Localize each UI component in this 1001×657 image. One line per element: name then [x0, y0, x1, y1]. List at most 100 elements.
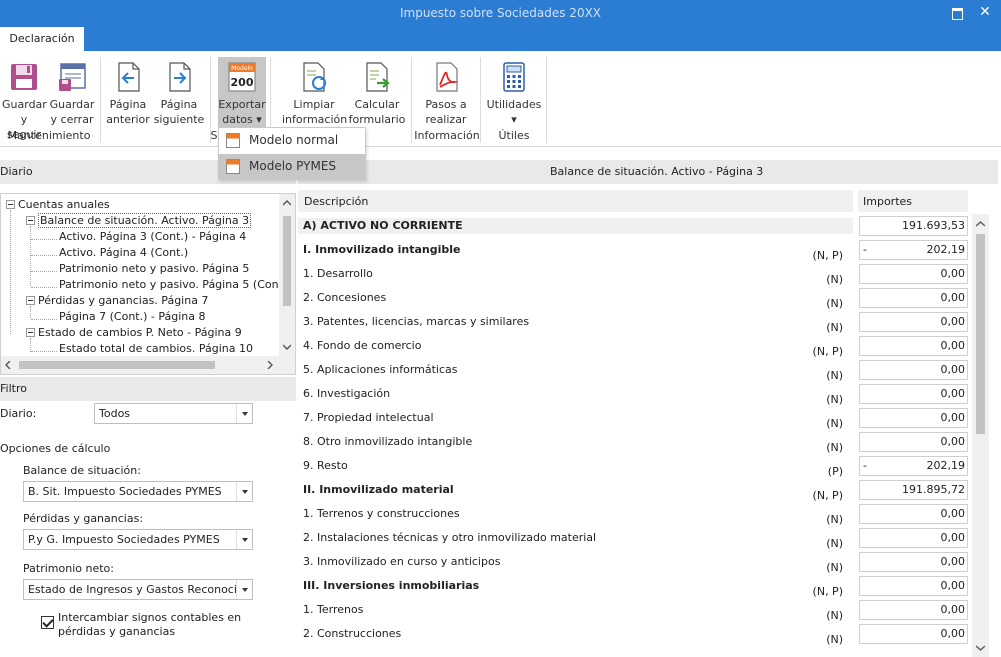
amount-field[interactable]: 0,00	[859, 336, 968, 356]
tree-item-activo-p3[interactable]: Activo. Página 3 (Cont.) - Página 4	[59, 229, 246, 245]
tree-item-estado-total[interactable]: Estado total de cambios. Página 10	[59, 341, 253, 357]
clear-info-button[interactable]: Limpiar información	[282, 57, 347, 129]
row-np-flag: (N, P)	[812, 345, 843, 358]
patrimonio-label: Patrimonio neto:	[23, 562, 114, 575]
amount-field[interactable]: 0,00	[859, 264, 968, 284]
scroll-thumb[interactable]	[976, 234, 985, 434]
save-close-icon	[59, 63, 86, 91]
tree-item-balance-activo[interactable]: Balance de situación. Activo. Página 3	[26, 213, 252, 229]
amount-value: 0,00	[940, 627, 966, 640]
row-description: I. Inmovilizado intangible	[303, 243, 461, 256]
export-dropdown-menu: Modelo normal Modelo PYMES	[218, 127, 366, 180]
row-description: 2. Concesiones	[303, 291, 387, 304]
row-description: 3. Inmovilizado en curso y anticipos	[303, 555, 501, 568]
menu-item-modelo-normal[interactable]: Modelo normal	[219, 128, 365, 153]
row-np-flag: (N)	[826, 513, 843, 526]
ribbon-separator	[480, 57, 481, 143]
amount-value: 191.693,53	[902, 219, 965, 232]
amount-value: 0,00	[940, 387, 966, 400]
scroll-up-icon[interactable]	[283, 200, 291, 206]
amount-field[interactable]: 191.895,72	[859, 480, 968, 500]
tree-item-cambios-pn[interactable]: Estado de cambios P. Neto - Página 9	[26, 325, 242, 341]
amount-value: 0,00	[940, 507, 966, 520]
row-np-flag: (N, P)	[812, 489, 843, 502]
save-icon	[11, 64, 37, 90]
amount-field[interactable]: 191.693,53	[859, 216, 968, 236]
tree-vertical-scrollbar[interactable]	[279, 194, 295, 356]
row-np-flag: (N)	[826, 273, 843, 286]
tree-item-pyg[interactable]: Pérdidas y ganancias. Página 7	[26, 293, 208, 309]
row-np-flag: (N)	[826, 609, 843, 622]
swap-signs-checkbox[interactable]	[41, 616, 54, 629]
patrimonio-select[interactable]: Estado de Ingresos y Gastos Reconocidos	[23, 579, 253, 600]
collapse-icon[interactable]	[6, 200, 15, 209]
tree-item-pn-pasivo-cont[interactable]: Patrimonio neto y pasivo. Página 5 (Cont…	[59, 277, 291, 293]
scroll-down-icon[interactable]	[283, 344, 291, 350]
amount-field[interactable]: - 202,19	[859, 240, 968, 260]
balance-select[interactable]: B. Sit. Impuesto Sociedades PYMES	[23, 481, 253, 502]
scroll-down-icon[interactable]	[976, 645, 985, 651]
scroll-left-icon[interactable]	[5, 361, 11, 369]
row-np-flag: (N)	[826, 633, 843, 646]
chevron-down-icon[interactable]	[236, 580, 252, 599]
group-utiles: Útiles	[498, 129, 530, 142]
collapse-icon[interactable]	[26, 296, 35, 305]
chevron-down-icon[interactable]	[236, 530, 252, 549]
chevron-down-icon[interactable]	[236, 482, 252, 501]
amount-field[interactable]: 0,00	[859, 288, 968, 308]
steps-button[interactable]: Pasos a realizar	[418, 57, 474, 129]
amount-field[interactable]: 0,00	[859, 504, 968, 524]
calculate-form-button[interactable]: Calcular formulario	[348, 57, 406, 129]
amount-value: 0,00	[940, 363, 966, 376]
amount-field[interactable]: 0,00	[859, 384, 968, 404]
amount-field[interactable]: 0,00	[859, 312, 968, 332]
main-vertical-scrollbar[interactable]	[972, 214, 989, 657]
diario-select[interactable]: Todos	[94, 403, 253, 424]
amount-field[interactable]: 0,00	[859, 432, 968, 452]
ribbon-separator	[546, 57, 547, 143]
scroll-thumb[interactable]	[19, 361, 215, 369]
scroll-up-icon[interactable]	[976, 221, 985, 227]
amount-value: 0,00	[940, 435, 966, 448]
amount-field[interactable]: 0,00	[859, 360, 968, 380]
calculator-icon	[503, 62, 525, 92]
export-data-button[interactable]: Modelo 200 Exportar datos ▾	[218, 57, 266, 133]
amount-field[interactable]: 0,00	[859, 552, 968, 572]
amount-value: 0,00	[940, 411, 966, 424]
collapse-icon[interactable]	[26, 328, 35, 337]
scroll-right-icon[interactable]	[267, 361, 273, 369]
collapse-icon[interactable]	[26, 216, 35, 225]
maximize-icon[interactable]	[951, 0, 965, 27]
modelo-200-icon: Modelo 200	[228, 62, 256, 92]
row-description: 8. Otro inmovilizado intangible	[303, 435, 473, 448]
amount-field[interactable]: 0,00	[859, 408, 968, 428]
chevron-down-icon[interactable]	[236, 404, 252, 423]
amount-field[interactable]: 0,00	[859, 600, 968, 620]
tree-item-pyg-cont[interactable]: Página 7 (Cont.) - Página 8	[59, 309, 206, 325]
previous-page-button[interactable]: Página anterior	[104, 57, 152, 129]
pyg-select[interactable]: P.y G. Impuesto Sociedades PYMES	[23, 529, 253, 550]
tree-item-pn-pasivo[interactable]: Patrimonio neto y pasivo. Página 5	[59, 261, 249, 277]
tree-item-cuentas-anuales[interactable]: Cuentas anuales	[6, 197, 110, 213]
row-np-flag: (N)	[826, 561, 843, 574]
amount-field[interactable]: 0,00	[859, 576, 968, 596]
menu-item-modelo-pymes[interactable]: Modelo PYMES	[219, 154, 365, 179]
row-description: 2. Instalaciones técnicas y otro inmovil…	[303, 531, 597, 544]
tab-declaracion[interactable]: Declaración	[0, 27, 84, 51]
modelo-200-icon	[226, 133, 240, 148]
svg-text:Modelo: Modelo	[231, 65, 253, 72]
opciones-calculo-label: Opciones de cálculo	[0, 442, 111, 455]
next-page-button[interactable]: Página siguiente	[153, 57, 205, 129]
amount-field[interactable]: 0,00	[859, 624, 968, 644]
swap-signs-label: Intercambiar signos contables en pérdida…	[58, 611, 242, 638]
amount-field[interactable]: - 202,19	[859, 456, 968, 476]
save-continue-button[interactable]: Guardar y seguir	[2, 57, 47, 141]
amount-field[interactable]: 0,00	[859, 528, 968, 548]
utilities-button[interactable]: Utilidades ▾	[486, 57, 542, 129]
save-close-button[interactable]: Guardar y cerrar	[48, 57, 96, 129]
close-icon[interactable]: ✕	[977, 0, 993, 27]
row-description: A) ACTIVO NO CORRIENTE	[303, 219, 463, 232]
tree-item-activo-p4[interactable]: Activo. Página 4 (Cont.)	[59, 245, 188, 261]
scroll-thumb[interactable]	[283, 216, 291, 306]
tree-horizontal-scrollbar[interactable]	[1, 356, 295, 374]
